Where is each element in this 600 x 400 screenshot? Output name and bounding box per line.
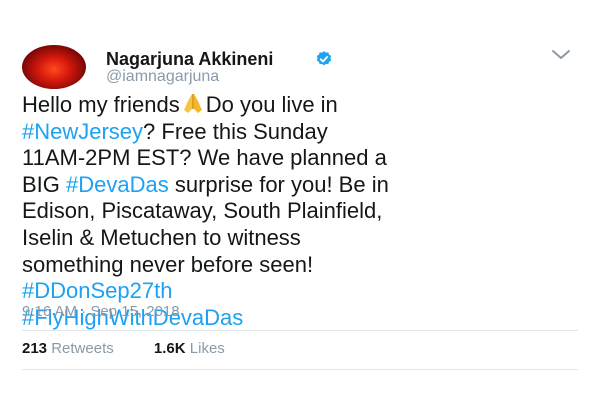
- tweet-line: BIG #DevaDas surprise for you! Be in: [22, 172, 592, 199]
- tweet-text: Hello my friends Do you live in #NewJerse…: [22, 92, 592, 331]
- likes-stat[interactable]: 1.6K Likes: [154, 339, 225, 359]
- likes-label: Likes: [189, 340, 225, 357]
- tweet-text-segment: Do you live in: [205, 92, 338, 117]
- tweet-line: Iselin & Metuchen to witness: [22, 224, 301, 250]
- tweet-timestamp[interactable]: 9:16 AM · Sep 15, 2018: [22, 302, 180, 322]
- author-handle[interactable]: @iamnagarjuna: [106, 67, 219, 87]
- retweets-count: 213: [22, 340, 48, 357]
- tweet-text-segment: BIG: [22, 171, 67, 197]
- hashtag-link[interactable]: #DevaDas: [66, 172, 169, 197]
- chevron-down-icon[interactable]: [550, 48, 572, 62]
- retweets-label: Retweets: [51, 340, 114, 357]
- verified-badge-icon: [316, 51, 332, 66]
- tweet-line: Edison, Piscataway, South Plainfield,: [22, 198, 383, 224]
- tweet-text-segment: surprise for you! Be in: [168, 171, 389, 197]
- retweets-stat[interactable]: 213 Retweets: [22, 339, 114, 359]
- author-name[interactable]: Nagarjuna Akkineni: [106, 49, 273, 69]
- tweet-card: Nagarjuna Akkineni @iamnagarjuna Hello m…: [0, 0, 600, 400]
- tweet-text-segment: ? Free this Sunday: [143, 118, 328, 144]
- divider: [22, 369, 578, 370]
- tweet-text-segment: Hello my friends: [22, 92, 180, 117]
- avatar[interactable]: [22, 45, 86, 89]
- hashtag-link[interactable]: #NewJersey: [22, 119, 143, 144]
- folded-hands-emoji-icon: [183, 94, 202, 113]
- likes-count: 1.6K: [153, 340, 186, 357]
- tweet-line: #NewJersey? Free this Sunday: [22, 119, 592, 146]
- divider: [22, 330, 578, 331]
- tweet-line: something never before seen!: [22, 251, 314, 277]
- hashtag-link[interactable]: #DDonSep27th: [22, 278, 592, 305]
- tweet-stats: 213 Retweets 1.6K Likes: [22, 339, 225, 359]
- tweet-line: 11AM-2PM EST? We have planned a: [22, 145, 387, 171]
- tweet-line: Hello my friends Do you live in: [22, 92, 592, 119]
